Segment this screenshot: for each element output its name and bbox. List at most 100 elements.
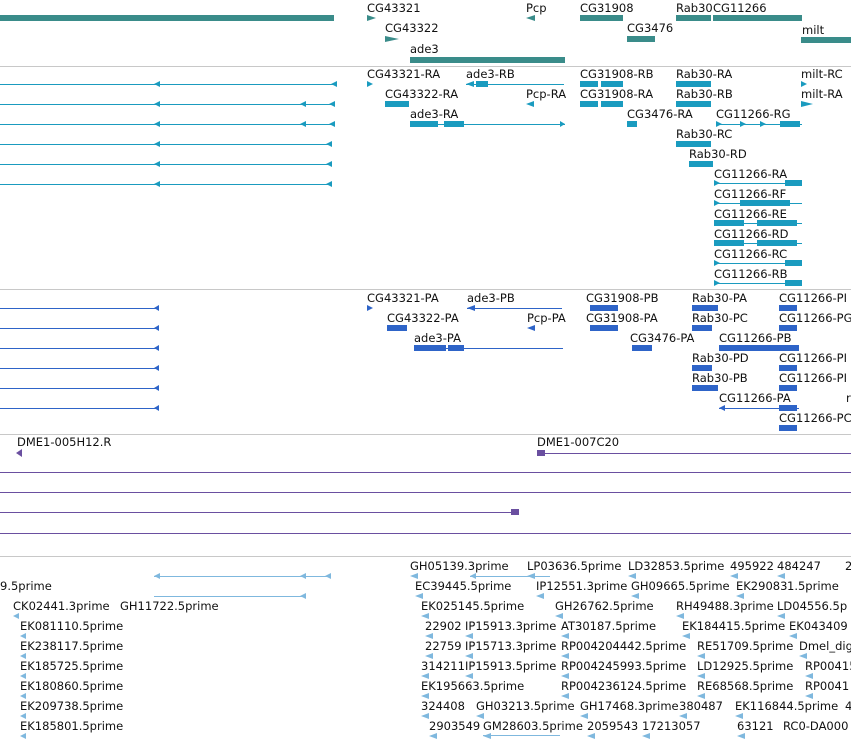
est-label[interactable]: RE51709.5prime	[697, 640, 793, 653]
feature-mark[interactable]	[737, 733, 745, 739]
est-label[interactable]: RH49488.3prime	[676, 600, 774, 613]
feature-mark[interactable]	[799, 653, 807, 659]
feature-mark[interactable]	[676, 81, 711, 87]
feature-mark[interactable]	[421, 613, 429, 619]
transcript-label[interactable]: CG11266-RC	[714, 248, 787, 261]
transcript-label[interactable]: Rab30-RA	[676, 68, 732, 81]
gene-cg31908-bar[interactable]	[580, 15, 623, 21]
gene-cg43321-arrow[interactable]	[367, 15, 376, 21]
protein-label[interactable]: CG11266-PG	[779, 312, 851, 325]
transcript-left-6[interactable]	[0, 184, 330, 185]
est-label[interactable]: IP15913.5prime	[465, 660, 556, 673]
feature-mark[interactable]	[697, 673, 705, 679]
feature-mark[interactable]	[410, 573, 418, 579]
gene-label-rab30[interactable]: Rab30	[676, 2, 713, 15]
est-label[interactable]: EK081110.5prime	[20, 620, 123, 633]
protein-label[interactable]: CG11266-PA	[719, 392, 791, 405]
est-label[interactable]: EK184415.5prime	[682, 620, 785, 633]
transcript-label[interactable]: milt-RA	[801, 88, 843, 101]
feature-mark[interactable]	[300, 573, 306, 579]
est-line[interactable]	[154, 596, 304, 597]
feature-mark[interactable]	[448, 345, 464, 351]
feature-mark[interactable]	[757, 240, 797, 246]
gene-label-ade3[interactable]: ade3	[410, 43, 439, 56]
feature-mark[interactable]	[679, 713, 687, 719]
clone-line-4[interactable]	[0, 533, 851, 534]
protein-left-5[interactable]	[0, 388, 158, 389]
transcript-label[interactable]: CG43321-RA	[367, 68, 440, 81]
feature-mark[interactable]	[536, 593, 544, 599]
transcript-label[interactable]: milt-RC	[801, 68, 843, 81]
est-label[interactable]: 22759	[425, 640, 462, 653]
clone-line-3-end[interactable]	[511, 509, 519, 515]
transcript-left-4[interactable]	[0, 144, 330, 145]
feature-mark[interactable]	[415, 593, 423, 599]
feature-mark[interactable]	[154, 405, 159, 411]
protein-label[interactable]: CG31908-PB	[586, 292, 659, 305]
feature-mark[interactable]	[714, 260, 720, 266]
est-label[interactable]: EK238117.5prime	[20, 640, 123, 653]
feature-mark[interactable]	[13, 613, 19, 619]
est-line[interactable]	[483, 735, 560, 736]
feature-mark[interactable]	[20, 633, 26, 639]
transcript-label[interactable]: CG43322-RA	[385, 88, 458, 101]
feature-mark[interactable]	[628, 573, 636, 579]
clone-005h12-arrow[interactable]	[16, 449, 22, 457]
transcript-label[interactable]: CG11266-RG	[716, 108, 791, 121]
transcript-left-1[interactable]	[0, 84, 336, 85]
feature-mark[interactable]	[632, 345, 652, 351]
protein-label[interactable]: ade3-PA	[414, 332, 461, 345]
est-label[interactable]: EK195663.5prime	[421, 680, 524, 693]
feature-mark[interactable]	[740, 121, 746, 127]
est-label[interactable]: EK043409	[789, 620, 848, 633]
feature-mark[interactable]	[476, 713, 484, 719]
clone-line-3[interactable]	[0, 512, 513, 513]
est-label[interactable]: EK185725.5prime	[20, 660, 123, 673]
est-label[interactable]: RC0-DA000	[783, 720, 848, 733]
feature-mark[interactable]	[714, 200, 720, 206]
feature-mark[interactable]	[689, 161, 713, 167]
protein-label[interactable]: Pcp-PA	[527, 312, 566, 325]
feature-mark[interactable]	[805, 693, 813, 699]
gene-label-milt[interactable]: milt	[802, 24, 824, 37]
transcript-left-2[interactable]	[0, 104, 334, 105]
est-label[interactable]: 4	[845, 700, 851, 713]
gene-label-cg3476[interactable]: CG3476	[627, 22, 673, 35]
transcript-label[interactable]: CG31908-RA	[580, 88, 653, 101]
est-label[interactable]: EK209738.5prime	[20, 700, 123, 713]
feature-mark[interactable]	[444, 121, 464, 127]
feature-mark[interactable]	[789, 633, 797, 639]
transcript-label[interactable]: Rab30-RD	[689, 148, 747, 161]
protein-label[interactable]: CG11266-PI	[779, 352, 847, 365]
feature-mark[interactable]	[561, 653, 569, 659]
feature-mark[interactable]	[714, 240, 744, 246]
feature-mark[interactable]	[785, 280, 802, 286]
est-label[interactable]: RP004204442.5prime	[561, 640, 686, 653]
feature-mark[interactable]	[785, 180, 802, 186]
feature-mark[interactable]	[676, 613, 684, 619]
feature-mark[interactable]	[154, 305, 159, 311]
est-label[interactable]: IP15713.3prime	[465, 640, 556, 653]
est-label[interactable]: GH09665.5prime	[631, 580, 730, 593]
feature-mark[interactable]	[777, 613, 785, 619]
est-label[interactable]: GM28603.5prime	[483, 720, 583, 733]
feature-mark[interactable]	[561, 673, 569, 679]
feature-mark[interactable]	[425, 633, 433, 639]
clone-007c20-line[interactable]	[545, 453, 851, 454]
est-label[interactable]: LP03636.5prime	[527, 560, 621, 573]
feature-mark[interactable]	[777, 573, 785, 579]
feature-mark[interactable]	[527, 325, 535, 331]
feature-mark[interactable]	[476, 81, 488, 87]
est-label[interactable]: Dmel_dig	[799, 640, 851, 653]
feature-mark[interactable]	[779, 305, 797, 311]
est-label[interactable]: 2	[845, 560, 851, 573]
gene-cg11266-bar[interactable]	[713, 15, 802, 21]
est-label[interactable]: 9.5prime	[0, 580, 52, 593]
feature-mark[interactable]	[326, 161, 332, 167]
feature-mark[interactable]	[470, 573, 476, 579]
est-label[interactable]: 17213057	[642, 720, 701, 733]
est-label[interactable]: 484247	[777, 560, 821, 573]
feature-mark[interactable]	[20, 713, 26, 719]
feature-mark[interactable]	[555, 613, 563, 619]
gene-pcp-arrow[interactable]	[526, 15, 535, 21]
